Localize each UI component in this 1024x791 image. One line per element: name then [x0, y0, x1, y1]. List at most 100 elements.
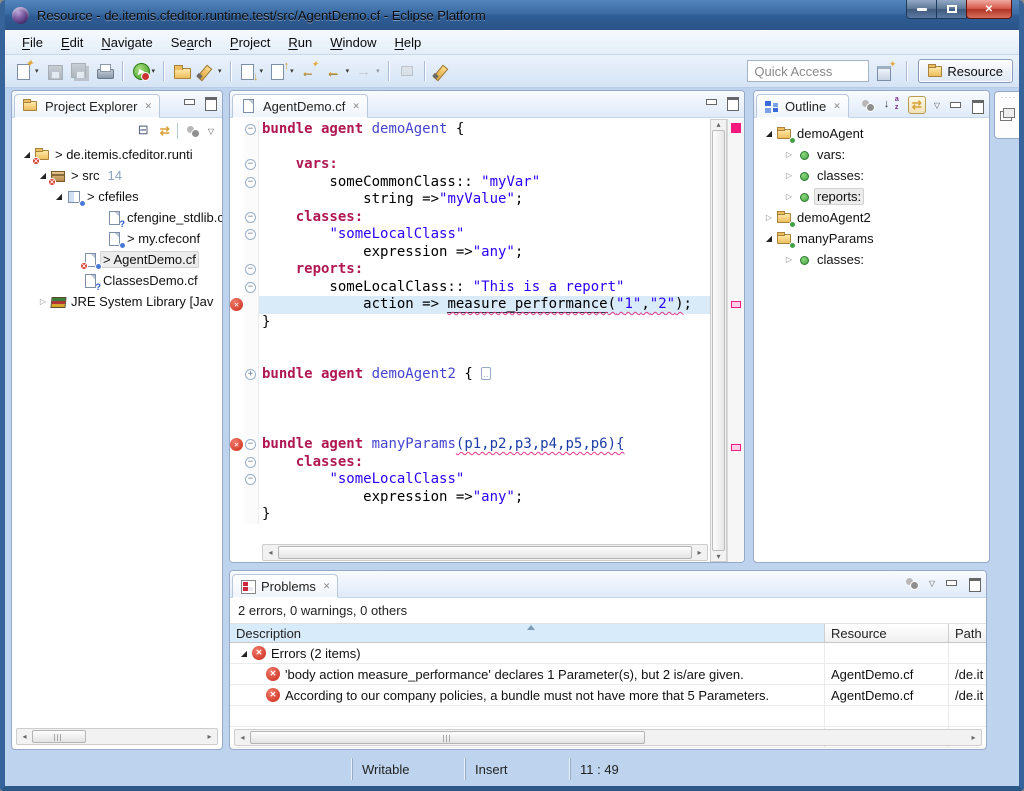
- editor-vertical-scrollbar[interactable]: ▴ ▾: [710, 119, 727, 562]
- fold-collapse-icon[interactable]: −: [245, 439, 256, 450]
- column-header-resource[interactable]: Resource: [825, 624, 949, 642]
- search-button[interactable]: [430, 60, 455, 83]
- explorer-horizontal-scrollbar[interactable]: ◂ ▸: [16, 728, 218, 745]
- fold-collapse-icon[interactable]: −: [245, 229, 256, 240]
- close-tab-icon[interactable]: ✕: [323, 581, 331, 592]
- scroll-left-icon[interactable]: ◂: [17, 732, 32, 741]
- menu-item-navigate[interactable]: Navigate: [92, 32, 161, 53]
- collapsed-twisty-icon[interactable]: ▷: [762, 213, 776, 222]
- fold-collapse-icon[interactable]: −: [245, 177, 256, 188]
- minimize-window-button[interactable]: [906, 0, 937, 19]
- maximize-view-button[interactable]: [970, 99, 984, 111]
- focus-on-active-task-icon[interactable]: [860, 98, 876, 112]
- resource-perspective-button[interactable]: Resource: [918, 59, 1013, 83]
- expanded-twisty-icon[interactable]: ◢: [762, 129, 776, 138]
- outline-item-demoagent[interactable]: ◢demoAgent: [754, 123, 989, 144]
- explorer-item-jre-system-library-jav[interactable]: ▷JRE System Library [Jav: [12, 291, 222, 312]
- maximize-view-button[interactable]: [203, 96, 217, 108]
- scrollbar-thumb[interactable]: [250, 731, 645, 744]
- explorer-item-cfefiles[interactable]: ◢> cfefiles: [12, 186, 222, 207]
- collapsed-twisty-icon[interactable]: ▷: [36, 297, 50, 306]
- scrollbar-thumb[interactable]: [32, 730, 86, 743]
- quick-access-input[interactable]: [747, 60, 869, 82]
- close-tab-icon[interactable]: ✕: [352, 101, 360, 112]
- minimize-view-button[interactable]: [948, 99, 962, 111]
- title-bar[interactable]: Resource - de.itemis.cfeditor.runtime.te…: [0, 0, 1024, 30]
- explorer-item-src[interactable]: ◢✕> src14: [12, 165, 222, 186]
- close-tab-icon[interactable]: ✕: [833, 101, 841, 112]
- collapsed-twisty-icon[interactable]: ▷: [782, 171, 796, 180]
- error-marker-icon[interactable]: ✕: [230, 298, 243, 311]
- expanded-twisty-icon[interactable]: ◢: [762, 234, 776, 243]
- column-header-description[interactable]: Description: [230, 624, 825, 642]
- previous-annotation-button[interactable]: ▾: [266, 60, 297, 83]
- last-edit-location-button[interactable]: [297, 60, 322, 83]
- outline-item-manyparams[interactable]: ◢manyParams: [754, 228, 989, 249]
- scroll-right-icon[interactable]: ▸: [692, 548, 707, 557]
- menu-item-file[interactable]: File: [13, 32, 52, 53]
- collapse-all-icon[interactable]: [137, 124, 153, 138]
- explorer-item-classesdemo-cf[interactable]: ?ClassesDemo.cf: [12, 270, 222, 291]
- focus-on-active-task-icon[interactable]: [185, 124, 201, 138]
- close-tab-icon[interactable]: ✕: [144, 101, 152, 112]
- column-header-path[interactable]: Path: [949, 624, 987, 642]
- scrollbar-thumb[interactable]: [712, 130, 725, 551]
- scroll-right-icon[interactable]: ▸: [202, 732, 217, 741]
- collapsed-twisty-icon[interactable]: ▷: [782, 150, 796, 159]
- maximize-editor-button[interactable]: [725, 96, 739, 108]
- tab-outline[interactable]: Outline ✕: [756, 94, 849, 118]
- focus-on-active-task-icon[interactable]: [904, 576, 920, 590]
- collapsed-twisty-icon[interactable]: ▷: [782, 192, 796, 201]
- menu-item-run[interactable]: Run: [279, 32, 321, 53]
- view-menu-icon[interactable]: ▽: [208, 127, 214, 136]
- fold-collapse-icon[interactable]: −: [245, 282, 256, 293]
- scroll-down-icon[interactable]: ▾: [711, 552, 726, 561]
- tab-problems[interactable]: Problems ✕: [232, 574, 338, 598]
- tab-project-explorer[interactable]: Project Explorer ✕: [14, 94, 160, 118]
- restore-view-icon[interactable]: [1003, 108, 1015, 118]
- print-button[interactable]: [92, 60, 117, 83]
- explorer-item-cfengine-stdlib-c[interactable]: ?cfengine_stdlib.c: [12, 207, 222, 228]
- problems-group-row[interactable]: ◢✕Errors (2 items): [230, 643, 986, 664]
- menu-item-project[interactable]: Project: [221, 32, 279, 53]
- fold-collapse-icon[interactable]: −: [245, 159, 256, 170]
- outline-item-reports[interactable]: ▷reports:: [754, 186, 989, 207]
- expanded-twisty-icon[interactable]: ◢: [236, 649, 252, 658]
- menu-item-edit[interactable]: Edit: [52, 32, 92, 53]
- overview-error-marker[interactable]: [731, 444, 741, 451]
- open-perspective-icon[interactable]: [875, 62, 895, 81]
- view-menu-icon[interactable]: ▽: [934, 101, 940, 110]
- overview-error-marker[interactable]: [731, 301, 741, 308]
- link-with-editor-icon[interactable]: ⇄: [908, 96, 926, 114]
- fold-collapse-icon[interactable]: −: [245, 212, 256, 223]
- fold-expand-icon[interactable]: +: [245, 369, 256, 380]
- explorer-item-de-itemis-cfeditor-runti[interactable]: ◢✕> de.itemis.cfeditor.runti: [12, 144, 222, 165]
- overview-error-marker[interactable]: [731, 123, 741, 133]
- sort-alphabetically-icon[interactable]: [884, 98, 900, 112]
- back-button[interactable]: ▾: [322, 60, 353, 83]
- view-menu-icon[interactable]: ▽: [929, 579, 935, 588]
- close-window-button[interactable]: ✕: [966, 0, 1012, 19]
- fold-collapse-icon[interactable]: −: [245, 457, 256, 468]
- problems-horizontal-scrollbar[interactable]: ◂ ▸: [234, 729, 982, 746]
- editor-horizontal-scrollbar[interactable]: ◂ ▸: [262, 544, 708, 561]
- new-wizard-button[interactable]: ▾: [11, 60, 42, 83]
- open-folder-button[interactable]: [169, 60, 194, 83]
- scrollbar-thumb[interactable]: [278, 546, 692, 559]
- next-annotation-button[interactable]: ▾: [236, 60, 267, 83]
- scroll-right-icon[interactable]: ▸: [966, 733, 981, 742]
- highlighter-button[interactable]: ▾: [194, 60, 225, 83]
- minimize-view-button[interactable]: [944, 577, 958, 589]
- problems-error-row[interactable]: ✕'body action measure_performance' decla…: [230, 664, 986, 685]
- outline-item-classes[interactable]: ▷classes:: [754, 249, 989, 270]
- run-external-tool-button[interactable]: ▾: [128, 60, 159, 83]
- minimize-editor-button[interactable]: [704, 96, 718, 108]
- outline-item-demoagent2[interactable]: ▷demoAgent2: [754, 207, 989, 228]
- maximize-window-button[interactable]: [936, 0, 967, 19]
- menu-item-help[interactable]: Help: [385, 32, 430, 53]
- menu-item-window[interactable]: Window: [321, 32, 385, 53]
- problems-empty-row[interactable]: [230, 706, 986, 727]
- minimize-view-button[interactable]: [182, 96, 196, 108]
- link-with-editor-icon[interactable]: ⇄: [160, 124, 170, 138]
- outline-item-vars[interactable]: ▷vars:: [754, 144, 989, 165]
